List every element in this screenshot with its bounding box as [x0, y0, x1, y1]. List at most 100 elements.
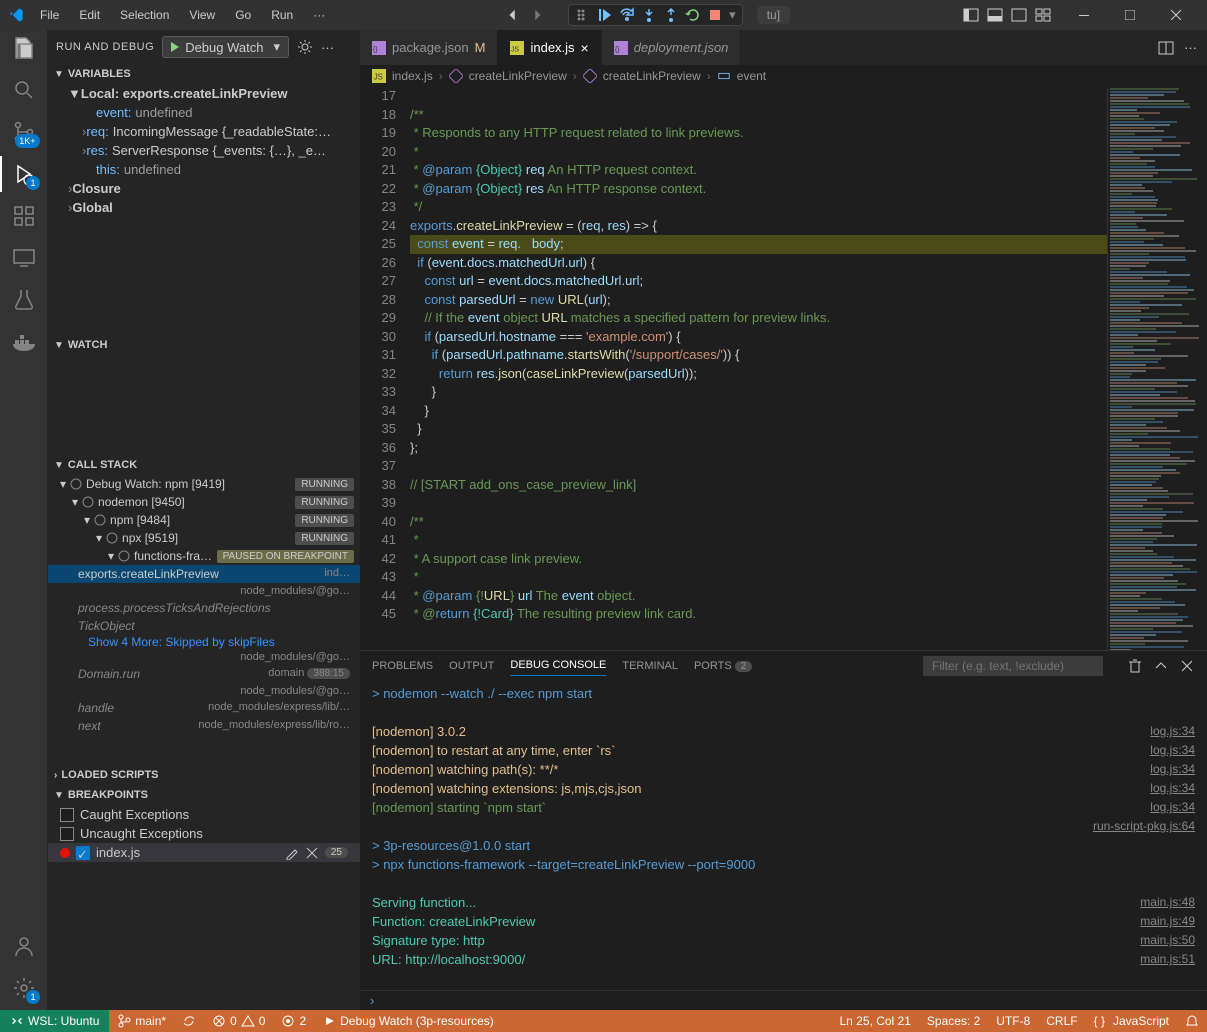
sb-problems[interactable]: 0 0: [204, 1010, 273, 1032]
menu-run[interactable]: Run: [263, 4, 301, 26]
section-loaded[interactable]: ›LOADED SCRIPTS: [48, 765, 360, 785]
thread-row[interactable]: ▾npx [9519]RUNNING: [48, 529, 360, 547]
start-debug-icon[interactable]: [171, 42, 179, 52]
close-panel-icon[interactable]: [1179, 658, 1195, 674]
debug-config-select[interactable]: Debug Watch ▾: [162, 36, 289, 58]
var-res[interactable]: › res:ServerResponse {_events: {…}, _e…: [48, 141, 360, 160]
edit-icon[interactable]: [285, 846, 299, 860]
tab-debug-console[interactable]: DEBUG CONSOLE: [510, 655, 606, 676]
sb-ports[interactable]: 2: [273, 1010, 314, 1032]
continue-icon[interactable]: [597, 7, 613, 23]
code-content[interactable]: /** * Responds to any HTTP request relat…: [410, 87, 1107, 650]
stack-frame[interactable]: nextnode_modules/express/lib/ro…: [48, 717, 360, 735]
tab-more-icon[interactable]: ···: [1184, 40, 1197, 56]
sb-notifications[interactable]: [1177, 1014, 1207, 1028]
more-icon[interactable]: ···: [321, 40, 334, 55]
thread-row[interactable]: ▾nodemon [9450]RUNNING: [48, 493, 360, 511]
menu-file[interactable]: File: [32, 4, 67, 26]
layout-bottom-icon[interactable]: [987, 7, 1003, 23]
scope-closure[interactable]: › Closure: [48, 179, 360, 198]
section-breakpoints[interactable]: ▼BREAKPOINTS: [48, 785, 360, 805]
thread-row[interactable]: ▾functions-fra…PAUSED ON BREAKPOINT: [48, 547, 360, 565]
sb-debug[interactable]: Debug Watch (3p-resources): [314, 1010, 502, 1032]
section-watch[interactable]: ▼WATCH: [48, 335, 360, 355]
sb-sync[interactable]: [174, 1010, 204, 1032]
stack-frame[interactable]: node_modules/@go…: [48, 583, 360, 599]
nav-fwd-icon[interactable]: [530, 8, 544, 22]
customize-layout-icon[interactable]: [1035, 7, 1051, 23]
settings-icon[interactable]: 1: [12, 976, 36, 1000]
stack-frame[interactable]: process.processTicksAndRejections: [48, 599, 360, 617]
breadcrumb[interactable]: JS index.js› createLinkPreview› createLi…: [360, 65, 1207, 87]
menu-edit[interactable]: Edit: [71, 4, 108, 26]
step-over-icon[interactable]: [619, 7, 635, 23]
var-req[interactable]: › req:IncomingMessage {_readableState:…: [48, 122, 360, 141]
step-into-icon[interactable]: [641, 7, 657, 23]
menu-go[interactable]: Go: [227, 4, 259, 26]
stack-frame[interactable]: Domain.rundomain 388:15: [48, 665, 360, 683]
step-out-icon[interactable]: [663, 7, 679, 23]
remove-icon[interactable]: [305, 846, 319, 860]
stack-frame[interactable]: TickObject: [48, 617, 360, 635]
testing-icon[interactable]: [12, 288, 36, 312]
sb-spaces[interactable]: Spaces: 2: [919, 1014, 988, 1028]
clear-console-icon[interactable]: [1127, 658, 1143, 674]
extensions-icon[interactable]: [12, 204, 36, 228]
tab-problems[interactable]: PROBLEMS: [372, 656, 433, 676]
collapse-panel-icon[interactable]: [1153, 658, 1169, 674]
menu-view[interactable]: View: [181, 4, 223, 26]
maximize-button[interactable]: [1107, 0, 1153, 30]
restart-icon[interactable]: [685, 7, 701, 23]
var-event[interactable]: event:undefined: [48, 103, 360, 122]
sb-branch[interactable]: main*: [109, 1010, 174, 1032]
scope-global[interactable]: › Global: [48, 198, 360, 217]
var-this[interactable]: this:undefined: [48, 160, 360, 179]
skip-files-link[interactable]: Show 4 More: Skipped by skipFiles: [48, 635, 360, 649]
source-control-icon[interactable]: 1K+: [12, 120, 36, 144]
tab-output[interactable]: OUTPUT: [449, 656, 494, 676]
command-center[interactable]: tu]: [757, 6, 790, 24]
minimize-button[interactable]: [1061, 0, 1107, 30]
stack-frame[interactable]: node_modules/@go…: [48, 683, 360, 699]
tab-package.json[interactable]: {}package.jsonM: [360, 30, 498, 65]
thread-row[interactable]: ▾Debug Watch: npm [9419]RUNNING: [48, 475, 360, 493]
split-editor-icon[interactable]: [1158, 40, 1174, 56]
accounts-icon[interactable]: [12, 934, 36, 958]
drag-handle-icon[interactable]: [575, 7, 591, 23]
menu-selection[interactable]: Selection: [112, 4, 177, 26]
scope-local[interactable]: ▼ Local: exports.createLinkPreview: [48, 84, 360, 103]
sb-eol[interactable]: CRLF: [1038, 1014, 1085, 1028]
docker-icon[interactable]: [12, 330, 36, 354]
explorer-icon[interactable]: [12, 36, 36, 60]
gear-icon[interactable]: [297, 39, 313, 55]
remote-indicator[interactable]: WSL: Ubuntu: [0, 1010, 109, 1032]
layout-left-icon[interactable]: [963, 7, 979, 23]
stop-icon[interactable]: [707, 7, 723, 23]
minimap[interactable]: [1107, 87, 1207, 650]
stack-frame[interactable]: handlenode_modules/express/lib/…: [48, 699, 360, 717]
thread-row[interactable]: ▾npm [9484]RUNNING: [48, 511, 360, 529]
sb-position[interactable]: Ln 25, Col 21: [832, 1014, 919, 1028]
tab-deployment.json[interactable]: {}deployment.json: [602, 30, 742, 65]
bp-caught[interactable]: Caught Exceptions: [48, 805, 360, 824]
debug-console[interactable]: > nodemon --watch ./ --exec npm start [n…: [360, 680, 1207, 990]
section-variables[interactable]: ▼VARIABLES: [48, 64, 360, 84]
bp-file[interactable]: ✓index.js 25: [48, 843, 360, 862]
tab-terminal[interactable]: TERMINAL: [622, 656, 678, 676]
console-input[interactable]: ›: [360, 990, 1207, 1010]
console-filter-input[interactable]: [923, 656, 1103, 676]
run-debug-icon[interactable]: 1: [12, 162, 36, 186]
close-button[interactable]: [1153, 0, 1199, 30]
tab-ports[interactable]: PORTS 2: [694, 656, 752, 676]
remote-explorer-icon[interactable]: [12, 246, 36, 270]
menu-more[interactable]: ···: [305, 4, 333, 26]
sb-lang[interactable]: { }JavaScript: [1086, 1014, 1177, 1028]
stack-frame[interactable]: exports.createLinkPreviewind…: [48, 565, 360, 583]
bp-uncaught[interactable]: Uncaught Exceptions: [48, 824, 360, 843]
section-callstack[interactable]: ▼CALL STACK: [48, 455, 360, 475]
nav-back-icon[interactable]: [506, 8, 520, 22]
stack-frame[interactable]: node_modules/@go…: [48, 649, 360, 665]
sb-encoding[interactable]: UTF-8: [988, 1014, 1038, 1028]
layout-right-icon[interactable]: [1011, 7, 1027, 23]
tab-index.js[interactable]: JSindex.js×: [498, 30, 601, 65]
